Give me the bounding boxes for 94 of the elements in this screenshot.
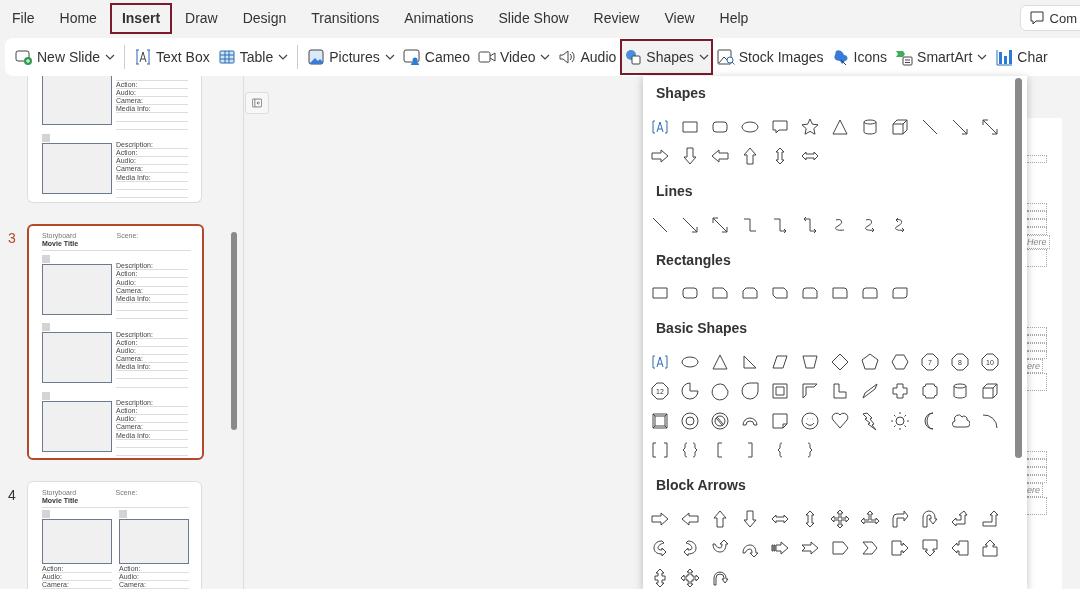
ribbon-tab[interactable]: Design — [230, 2, 299, 34]
arrow-callout-icon[interactable] — [980, 538, 1000, 559]
double-brace-icon[interactable] — [680, 440, 700, 461]
double-arrow-line-icon[interactable] — [710, 214, 730, 235]
cube-icon[interactable] — [980, 381, 1000, 402]
speaker-button[interactable]: Audio — [554, 39, 621, 75]
star-icon[interactable] — [800, 116, 820, 137]
smiley-icon[interactable] — [800, 410, 820, 431]
video-camera-button[interactable]: Video — [473, 39, 555, 75]
section-heading: Lines — [655, 182, 694, 201]
sun-icon[interactable] — [890, 410, 910, 431]
slide-number: 3 — [8, 230, 16, 246]
left-up-arrow-icon[interactable] — [950, 508, 970, 529]
smartart-icon — [895, 48, 914, 66]
arrow-callout-icon[interactable] — [950, 538, 970, 559]
storyboard-frame-drawing — [42, 255, 112, 315]
heart-icon[interactable] — [830, 410, 850, 431]
arrow-callout-icon[interactable] — [890, 538, 910, 559]
new-slide-icon — [15, 48, 33, 66]
cube-icon[interactable] — [890, 116, 910, 137]
storyboard-frame-drawing — [119, 510, 189, 564]
picture-button[interactable]: Pictures — [303, 39, 399, 75]
slide-number: 4 — [8, 487, 16, 503]
section-heading: Basic Shapes — [655, 319, 749, 338]
double-arrow-line-icon[interactable] — [980, 116, 1000, 137]
pentagon-icon[interactable] — [860, 351, 880, 372]
speaker-icon — [558, 48, 577, 66]
storyboard-frame-drawing — [42, 510, 112, 564]
frame-icon[interactable] — [770, 381, 790, 402]
bar-chart-button[interactable]: Char — [991, 39, 1052, 75]
new-slide-button[interactable]: New Slide — [11, 39, 120, 75]
smartart-button[interactable]: SmartArt — [891, 39, 992, 75]
text-box-button[interactable]: Text Box — [130, 39, 214, 75]
diagonal-stripe-icon[interactable] — [860, 381, 880, 402]
icons-button[interactable]: Icons — [827, 39, 892, 75]
l-shape-icon[interactable] — [830, 381, 850, 402]
up-arrow-icon[interactable] — [710, 508, 730, 529]
down-arrow-icon[interactable] — [680, 146, 700, 167]
ribbon-tab[interactable]: Animations — [392, 2, 486, 34]
double-bracket-icon[interactable] — [650, 440, 670, 461]
no-symbol-icon[interactable] — [710, 410, 730, 431]
ribbon-tab[interactable]: View — [652, 2, 707, 34]
up-arrow-icon[interactable] — [740, 146, 760, 167]
collapse-pane-icon — [252, 97, 262, 109]
arrow-callout-icon[interactable] — [920, 538, 940, 559]
section-heading: Rectangles — [655, 250, 732, 270]
ribbon-tab[interactable]: Slide Show — [486, 2, 581, 34]
ribbon-tab[interactable]: Transitions — [299, 2, 392, 34]
folded-corner-icon[interactable] — [770, 410, 790, 431]
bevel-icon[interactable] — [650, 410, 670, 431]
ribbon-tab[interactable]: Home — [47, 2, 109, 34]
pie-icon[interactable] — [680, 381, 700, 402]
cameo-icon — [402, 48, 421, 66]
u-turn-arrow-icon[interactable] — [920, 508, 940, 529]
stock-image-icon — [716, 48, 735, 66]
ribbon-tab[interactable]: File — [0, 2, 47, 34]
ribbon-tab[interactable]: Review — [581, 2, 652, 34]
storyboard-frame-drawing — [42, 391, 112, 452]
ribbon-tab[interactable]: Draw — [173, 2, 230, 34]
scrollbar[interactable] — [1015, 78, 1022, 458]
hexagon-icon[interactable] — [890, 351, 910, 372]
teardrop-icon[interactable] — [740, 381, 760, 402]
ribbon-tab[interactable]: Insert — [109, 2, 173, 34]
arrow-callout-icon[interactable] — [680, 567, 700, 588]
storyboard-frame-drawing — [42, 323, 112, 384]
diamond-icon[interactable] — [830, 351, 850, 372]
quad-arrow-icon[interactable] — [830, 508, 850, 529]
plaque-icon[interactable] — [920, 381, 940, 402]
picture-icon — [307, 48, 326, 66]
plus-icon[interactable] — [890, 381, 910, 402]
comments-button[interactable]: Com — [1019, 5, 1080, 31]
text-box-icon — [134, 48, 153, 66]
stock-image-button[interactable]: Stock Images — [712, 39, 828, 75]
bent-arrow-icon[interactable] — [890, 508, 910, 529]
shapes-icon — [624, 48, 643, 66]
cylinder-icon[interactable] — [860, 116, 880, 137]
down-arrow-icon[interactable] — [740, 508, 760, 529]
table-icon — [217, 48, 236, 66]
storyboard-frame-drawing — [42, 133, 112, 194]
comment-icon — [1028, 10, 1045, 26]
bar-chart-icon — [995, 48, 1014, 66]
section-heading: Block Arrows — [655, 476, 747, 495]
donut-icon[interactable] — [680, 410, 700, 431]
cylinder-icon[interactable] — [950, 381, 970, 402]
scrollbar[interactable] — [231, 232, 237, 430]
video-camera-icon — [477, 48, 496, 66]
ribbon-tab[interactable]: Help — [707, 2, 761, 34]
collapse-pane-button[interactable] — [245, 92, 269, 114]
section-heading: Shapes — [655, 84, 707, 103]
shapes-button[interactable]: Shapes — [620, 39, 713, 75]
bent-up-arrow-icon[interactable] — [980, 508, 1000, 529]
chord-icon[interactable] — [710, 381, 730, 402]
table-button[interactable]: Table — [213, 39, 293, 75]
cameo-button[interactable]: Cameo — [398, 39, 474, 75]
